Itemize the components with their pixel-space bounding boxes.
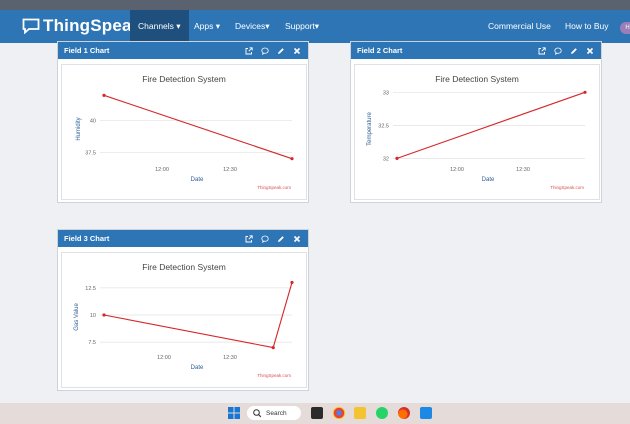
close-icon[interactable] [293,47,301,55]
comment-icon[interactable] [554,47,562,55]
y-tick-label: 7.5 [88,340,96,346]
data-point[interactable] [102,93,106,97]
nav-channels[interactable]: Channels ▾ [130,10,189,43]
search-label: Search [266,409,287,417]
field-1-chart-svg: Fire Detection System 40 37.5 12:00 12:3… [76,74,294,190]
data-point[interactable] [271,345,275,350]
nav-commercial-use[interactable]: Commercial Use [488,10,551,43]
comment-icon[interactable] [261,47,269,55]
whatsapp-icon[interactable] [376,407,388,419]
field-3-panel: Field 3 Chart Fire Detection System 12.5… [57,229,309,391]
y-tick-label: 32 [383,156,389,162]
field-3-tools [245,230,301,247]
chart-credit: ThingSpeak.com [257,185,291,190]
y-tick-label: 12.5 [85,286,96,292]
data-point[interactable] [395,156,399,160]
field-3-chart-svg: Fire Detection System 12.5 10 7.5 12:00 … [74,262,294,378]
vscode-icon[interactable] [420,407,432,419]
y-axis-label: Gas Value [74,303,80,331]
x-tick-label: 12:00 [155,167,169,173]
close-icon[interactable] [586,47,594,55]
field-1-chart: Fire Detection System 40 37.5 12:00 12:3… [61,64,307,200]
y-tick-label: 40 [90,119,96,125]
y-axis-label: Humidity [76,117,82,140]
y-axis-label: Temperature [367,111,373,145]
task-view-icon[interactable] [311,407,323,419]
comment-icon[interactable] [261,235,269,243]
external-link-icon[interactable] [245,234,253,243]
app-icon[interactable] [398,407,410,419]
chart-credit: ThingSpeak.com [550,185,584,190]
close-icon[interactable] [293,235,301,243]
avatar[interactable]: HR [620,22,630,34]
y-tick-label: 37.5 [85,150,96,156]
x-tick-label: 12:00 [157,355,171,361]
x-tick-label: 12:30 [223,355,237,361]
field-2-chart: Fire Detection System 33 32.5 32 12:00 1… [354,64,600,200]
x-axis-label: Date [191,177,204,183]
x-tick-label: 12:00 [450,167,464,173]
pencil-icon[interactable] [277,47,285,55]
data-line [103,94,293,160]
nav-apps[interactable]: Apps ▾ [194,10,220,43]
data-point[interactable] [290,280,294,285]
x-axis-label: Date [191,365,204,371]
window-top-strip [0,0,630,10]
field-1-tools [245,42,301,59]
field-3-chart: Fire Detection System 12.5 10 7.5 12:00 … [61,252,307,388]
brand-name: ThingSpeak [43,16,142,35]
nav-devices[interactable]: Devices▾ [235,10,270,43]
field-3-title: Field 3 Chart [64,234,110,243]
external-link-icon[interactable] [538,46,546,55]
chart-title: Fire Detection System [435,74,519,84]
chat-bubble-icon [22,18,40,34]
field-1-title: Field 1 Chart [64,46,110,55]
field-3-header: Field 3 Chart [58,230,308,247]
x-axis-label: Date [482,177,495,183]
nav-support[interactable]: Support▾ [285,10,319,43]
y-tick-label: 33 [383,90,389,96]
data-point[interactable] [102,313,106,317]
field-2-tools [538,42,594,59]
chart-title: Fire Detection System [142,74,226,84]
top-navbar: ThingSpeak ™ Channels ▾ Apps ▾ Devices▾ … [0,10,630,43]
chart-title: Fire Detection System [142,262,226,272]
chrome-icon[interactable] [333,407,345,419]
file-explorer-icon[interactable] [354,407,366,419]
y-tick-label: 10 [90,313,96,319]
pencil-icon[interactable] [570,47,578,55]
data-point[interactable] [583,90,587,94]
search-icon [253,409,262,418]
field-1-panel: Field 1 Chart Fire Detection System 40 3… [57,41,309,203]
taskbar: Search [0,403,630,424]
field-2-title: Field 2 Chart [357,46,403,55]
chart-credit: ThingSpeak.com [257,373,291,378]
windows-start-icon[interactable] [228,407,240,419]
pencil-icon[interactable] [277,235,285,243]
external-link-icon[interactable] [245,46,253,55]
x-tick-label: 12:30 [516,167,530,173]
taskbar-search[interactable]: Search [247,406,301,420]
y-tick-label: 32.5 [378,123,389,129]
nav-how-to-buy[interactable]: How to Buy [565,10,608,43]
field-2-panel: Field 2 Chart Fire Detection System 33 3… [350,41,602,203]
field-2-header: Field 2 Chart [351,42,601,59]
x-tick-label: 12:30 [223,167,237,173]
data-point[interactable] [290,157,294,161]
field-2-chart-svg: Fire Detection System 33 32.5 32 12:00 1… [367,74,587,190]
field-1-header: Field 1 Chart [58,42,308,59]
